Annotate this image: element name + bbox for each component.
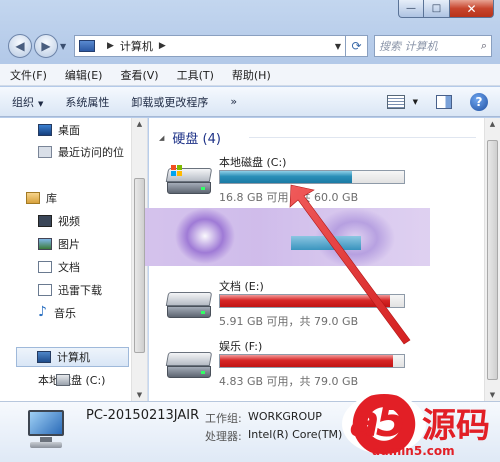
search-icon[interactable]: ⌕ <box>481 39 487 53</box>
music-icon: ♪ <box>38 304 47 320</box>
refresh-button[interactable]: ⟳ <box>346 35 368 57</box>
drive-item-f[interactable]: 娱乐 (F:) 4.83 GB 可用，共 79.0 GB <box>165 338 467 394</box>
uninstall-program-button[interactable]: 卸载或更改程序 <box>131 94 208 110</box>
drive-usage-bar <box>219 294 405 308</box>
minimize-button[interactable]: — <box>398 0 424 18</box>
drive-usage-bar <box>219 354 405 368</box>
sidebar-item-local-disk-c[interactable]: 本地磁盘 (C:) <box>38 370 105 390</box>
drive-usage-fill <box>220 295 391 307</box>
menu-bar: 文件(F) 编辑(E) 查看(V) 工具(T) 帮助(H) <box>0 64 500 86</box>
drive-space-info: 4.83 GB 可用，共 79.0 GB <box>219 375 359 388</box>
group-divider <box>249 137 476 138</box>
recent-places-icon <box>38 146 52 158</box>
computer-icon <box>79 40 95 52</box>
drive-space-info: 16.8 GB 可用，共 60.0 GB <box>219 191 359 204</box>
sidebar-item-computer[interactable]: 计算机 <box>16 347 129 367</box>
navigation-pane: 桌面 最近访问的位 库 视频 图片 文档 迅雷下载 ♪ 音乐 计算机 本地磁盘 … <box>0 118 148 401</box>
menu-edit[interactable]: 编辑(E) <box>65 67 103 83</box>
drive-item-e[interactable]: 文档 (E:) 5.91 GB 可用，共 79.0 GB <box>165 278 467 334</box>
chevron-down-icon[interactable]: ▼ <box>413 98 418 106</box>
search-input[interactable]: 搜索 计算机 ⌕ <box>374 35 492 57</box>
windows-logo-icon <box>171 165 183 177</box>
drive-icon <box>165 352 213 378</box>
menu-tools[interactable]: 工具(T) <box>177 67 214 83</box>
more-commands-button[interactable]: » <box>230 95 237 108</box>
workgroup-label: 工作组: <box>205 412 242 425</box>
pc-name: PC-20150213JAIR <box>86 408 200 423</box>
search-placeholder: 搜索 计算机 <box>379 40 438 53</box>
processor-label: 处理器: <box>205 430 242 443</box>
sidebar-item-music[interactable]: ♪ 音乐 <box>38 303 76 323</box>
chevron-down-icon: ▼ <box>38 99 44 108</box>
collapse-triangle-icon[interactable]: ◢ <box>159 134 164 142</box>
address-bar[interactable]: ▶ 计算机 ▶ ▼ <box>74 35 346 57</box>
scroll-up-icon[interactable]: ▲ <box>132 120 147 128</box>
chevron-down-icon[interactable]: ▼ <box>335 42 341 51</box>
breadcrumb-computer[interactable]: 计算机 <box>120 38 153 54</box>
watermark-a5: a5 <box>350 396 406 447</box>
watermark-logo: a5 源码 admin5.com <box>342 390 500 462</box>
desktop-icon <box>38 124 52 136</box>
sidebar-item-downloads[interactable]: 迅雷下载 <box>38 280 102 300</box>
drive-usage-bar <box>219 170 405 184</box>
sidebar-item-video[interactable]: 视频 <box>38 211 80 231</box>
workgroup-value: WORKGROUP <box>248 410 322 423</box>
drive-item-c[interactable]: 本地磁盘 (C:) 16.8 GB 可用，共 60.0 GB <box>165 154 467 210</box>
documents-icon <box>38 261 52 273</box>
download-folder-icon <box>38 284 52 296</box>
menu-file[interactable]: 文件(F) <box>10 67 47 83</box>
system-drive-icon <box>165 165 213 194</box>
computer-icon <box>22 410 68 452</box>
command-bar: 组织 ▼ 系统属性 卸载或更改程序 » ▼ ? <box>0 87 500 117</box>
video-icon <box>38 215 52 227</box>
group-header-hard-disks[interactable]: ◢ 硬盘 (4) <box>159 128 221 147</box>
sidebar-item-documents[interactable]: 文档 <box>38 257 80 277</box>
view-options-icon[interactable] <box>386 94 405 109</box>
drive-usage-fill <box>220 171 353 183</box>
close-button[interactable]: ✕ <box>450 0 494 18</box>
content-scrollbar[interactable]: ▲ ▼ <box>484 118 500 401</box>
explorer-window: — □ ✕ ◀ ▶ ▼ ▶ 计算机 ▶ ▼ ⟳ 搜索 计算机 ⌕ 文件(F) 编… <box>0 0 500 462</box>
maximize-button[interactable]: □ <box>424 0 450 18</box>
drive-name: 娱乐 (F:) <box>219 340 263 353</box>
scrollbar-thumb[interactable] <box>487 140 498 380</box>
sidebar-item-recent[interactable]: 最近访问的位 <box>38 142 124 162</box>
library-icon <box>26 192 40 204</box>
scroll-up-icon[interactable]: ▲ <box>485 120 500 128</box>
chevron-right-icon[interactable]: ▶ <box>159 41 166 51</box>
sidebar-item-desktop[interactable]: 桌面 <box>38 120 80 140</box>
watermark-brand: 源码 <box>422 406 490 446</box>
drive-name: 文档 (E:) <box>219 280 264 293</box>
navigation-row: ◀ ▶ ▼ ▶ 计算机 ▶ ▼ ⟳ 搜索 计算机 ⌕ <box>8 32 492 60</box>
recent-pages-dropdown[interactable]: ▼ <box>60 42 70 51</box>
watermark-url: admin5.com <box>372 444 455 458</box>
blurred-region <box>145 208 430 266</box>
menu-help[interactable]: 帮助(H) <box>232 67 271 83</box>
sidebar-item-libraries[interactable]: 库 <box>26 188 57 208</box>
preview-pane-icon[interactable] <box>436 94 452 109</box>
pictures-icon <box>38 238 52 250</box>
back-button[interactable]: ◀ <box>8 34 32 58</box>
system-properties-button[interactable]: 系统属性 <box>65 94 109 110</box>
help-icon[interactable]: ? <box>470 92 488 111</box>
menu-view[interactable]: 查看(V) <box>120 67 158 83</box>
processor-value: Intel(R) Core(TM) <box>248 428 343 441</box>
drive-icon <box>56 374 70 386</box>
computer-icon <box>37 351 51 363</box>
blurred-usage-bar <box>291 236 361 250</box>
chevron-right-icon[interactable]: ▶ <box>107 41 114 51</box>
drive-usage-fill <box>220 355 393 367</box>
scroll-down-icon[interactable]: ▼ <box>132 391 147 399</box>
organize-button[interactable]: 组织 ▼ <box>12 94 43 110</box>
drive-name: 本地磁盘 (C:) <box>219 156 287 169</box>
sidebar-item-pictures[interactable]: 图片 <box>38 234 80 254</box>
drive-space-info: 5.91 GB 可用，共 79.0 GB <box>219 315 359 328</box>
scrollbar-thumb[interactable] <box>134 178 145 353</box>
caption-buttons: — □ ✕ <box>398 0 494 18</box>
drive-icon <box>165 292 213 318</box>
forward-button[interactable]: ▶ <box>34 34 58 58</box>
